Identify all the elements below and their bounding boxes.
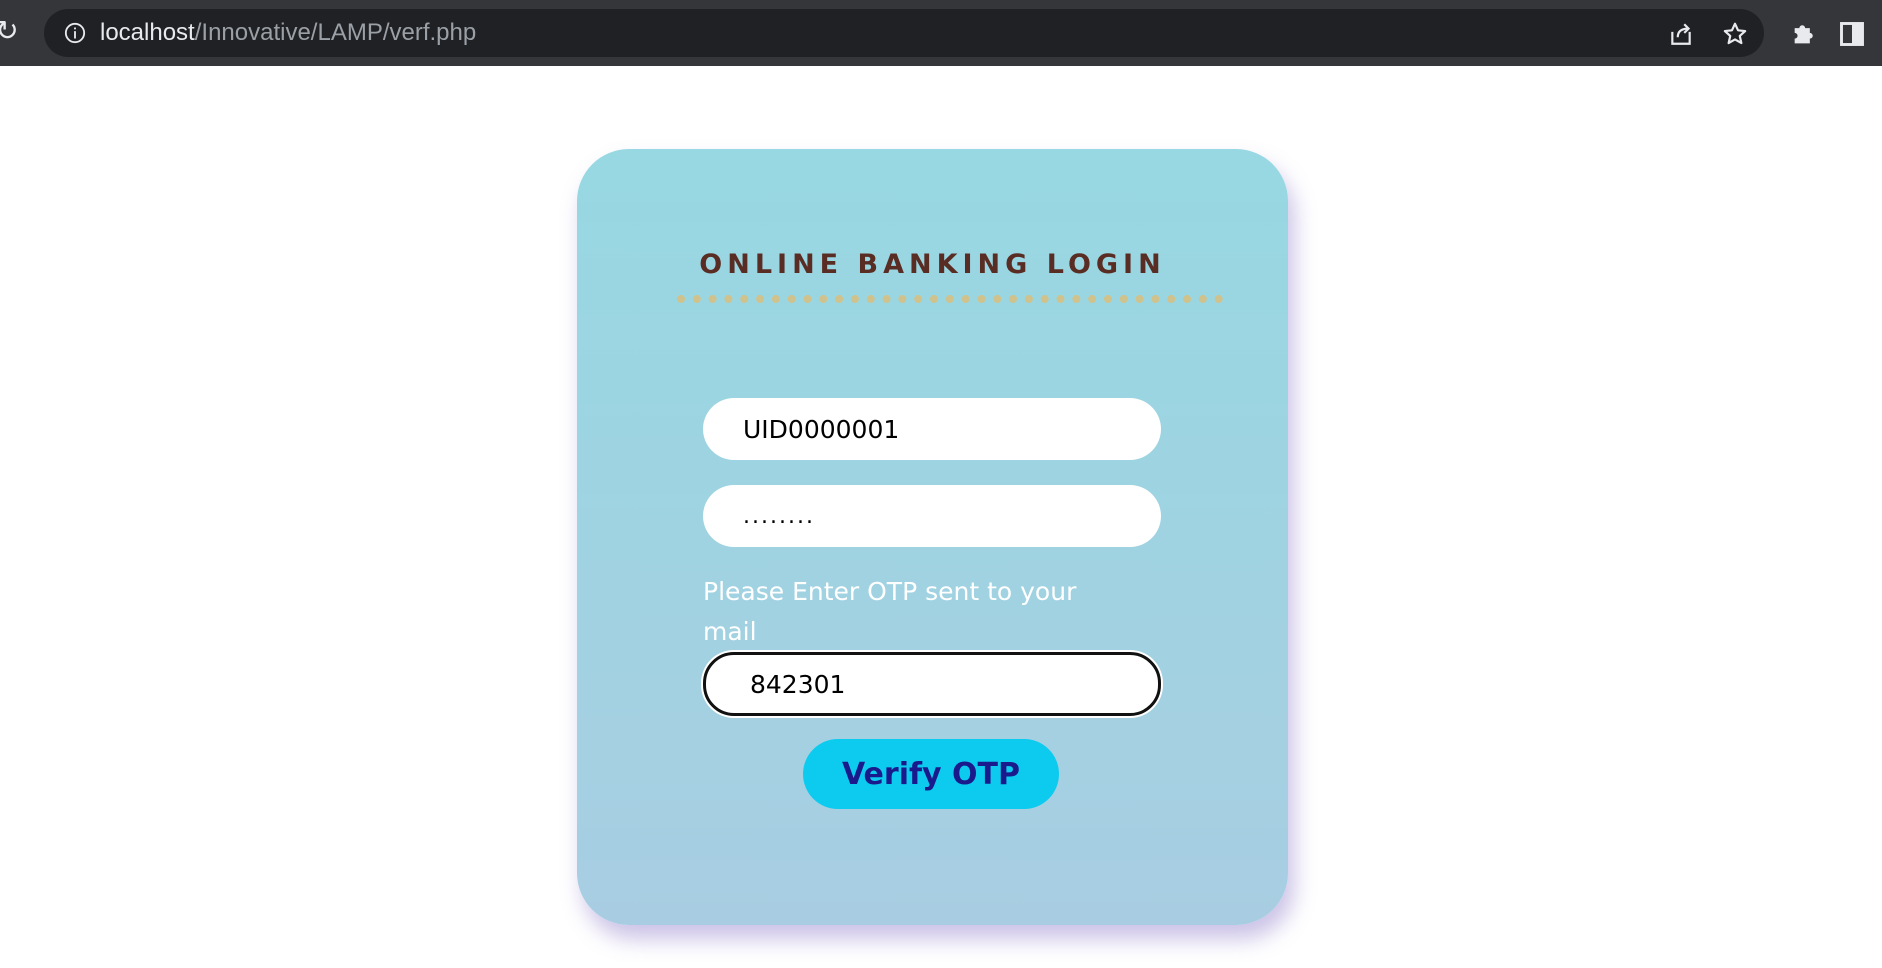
address-bar[interactable]: localhost/Innovative/LAMP/verf.php xyxy=(44,9,1764,57)
bookmark-star-icon[interactable] xyxy=(1722,21,1748,47)
title-underline xyxy=(677,295,1223,303)
login-card: ONLINE BANKING LOGIN Please Enter OTP se… xyxy=(577,149,1288,925)
extensions-puzzle-icon[interactable] xyxy=(1790,20,1818,48)
page-title: ONLINE BANKING LOGIN xyxy=(699,249,1166,280)
url-path: /Innovative/LAMP/verf.php xyxy=(194,19,477,46)
reload-icon[interactable]: ↻ xyxy=(0,16,22,46)
password-input[interactable] xyxy=(703,485,1161,547)
otp-input[interactable] xyxy=(703,652,1161,716)
browser-toolbar: ↻ localhost/Innovative/LAMP/verf.php xyxy=(0,0,1882,66)
url-text[interactable]: localhost/Innovative/LAMP/verf.php xyxy=(100,19,476,47)
side-panel-icon[interactable] xyxy=(1838,20,1866,48)
user-id-input[interactable] xyxy=(703,398,1161,460)
info-icon[interactable] xyxy=(64,22,86,44)
otp-label: Please Enter OTP sent to your mail xyxy=(703,577,1077,646)
url-host: localhost xyxy=(100,19,195,46)
share-icon[interactable] xyxy=(1668,21,1694,47)
verify-otp-button[interactable]: Verify OTP xyxy=(803,739,1059,809)
